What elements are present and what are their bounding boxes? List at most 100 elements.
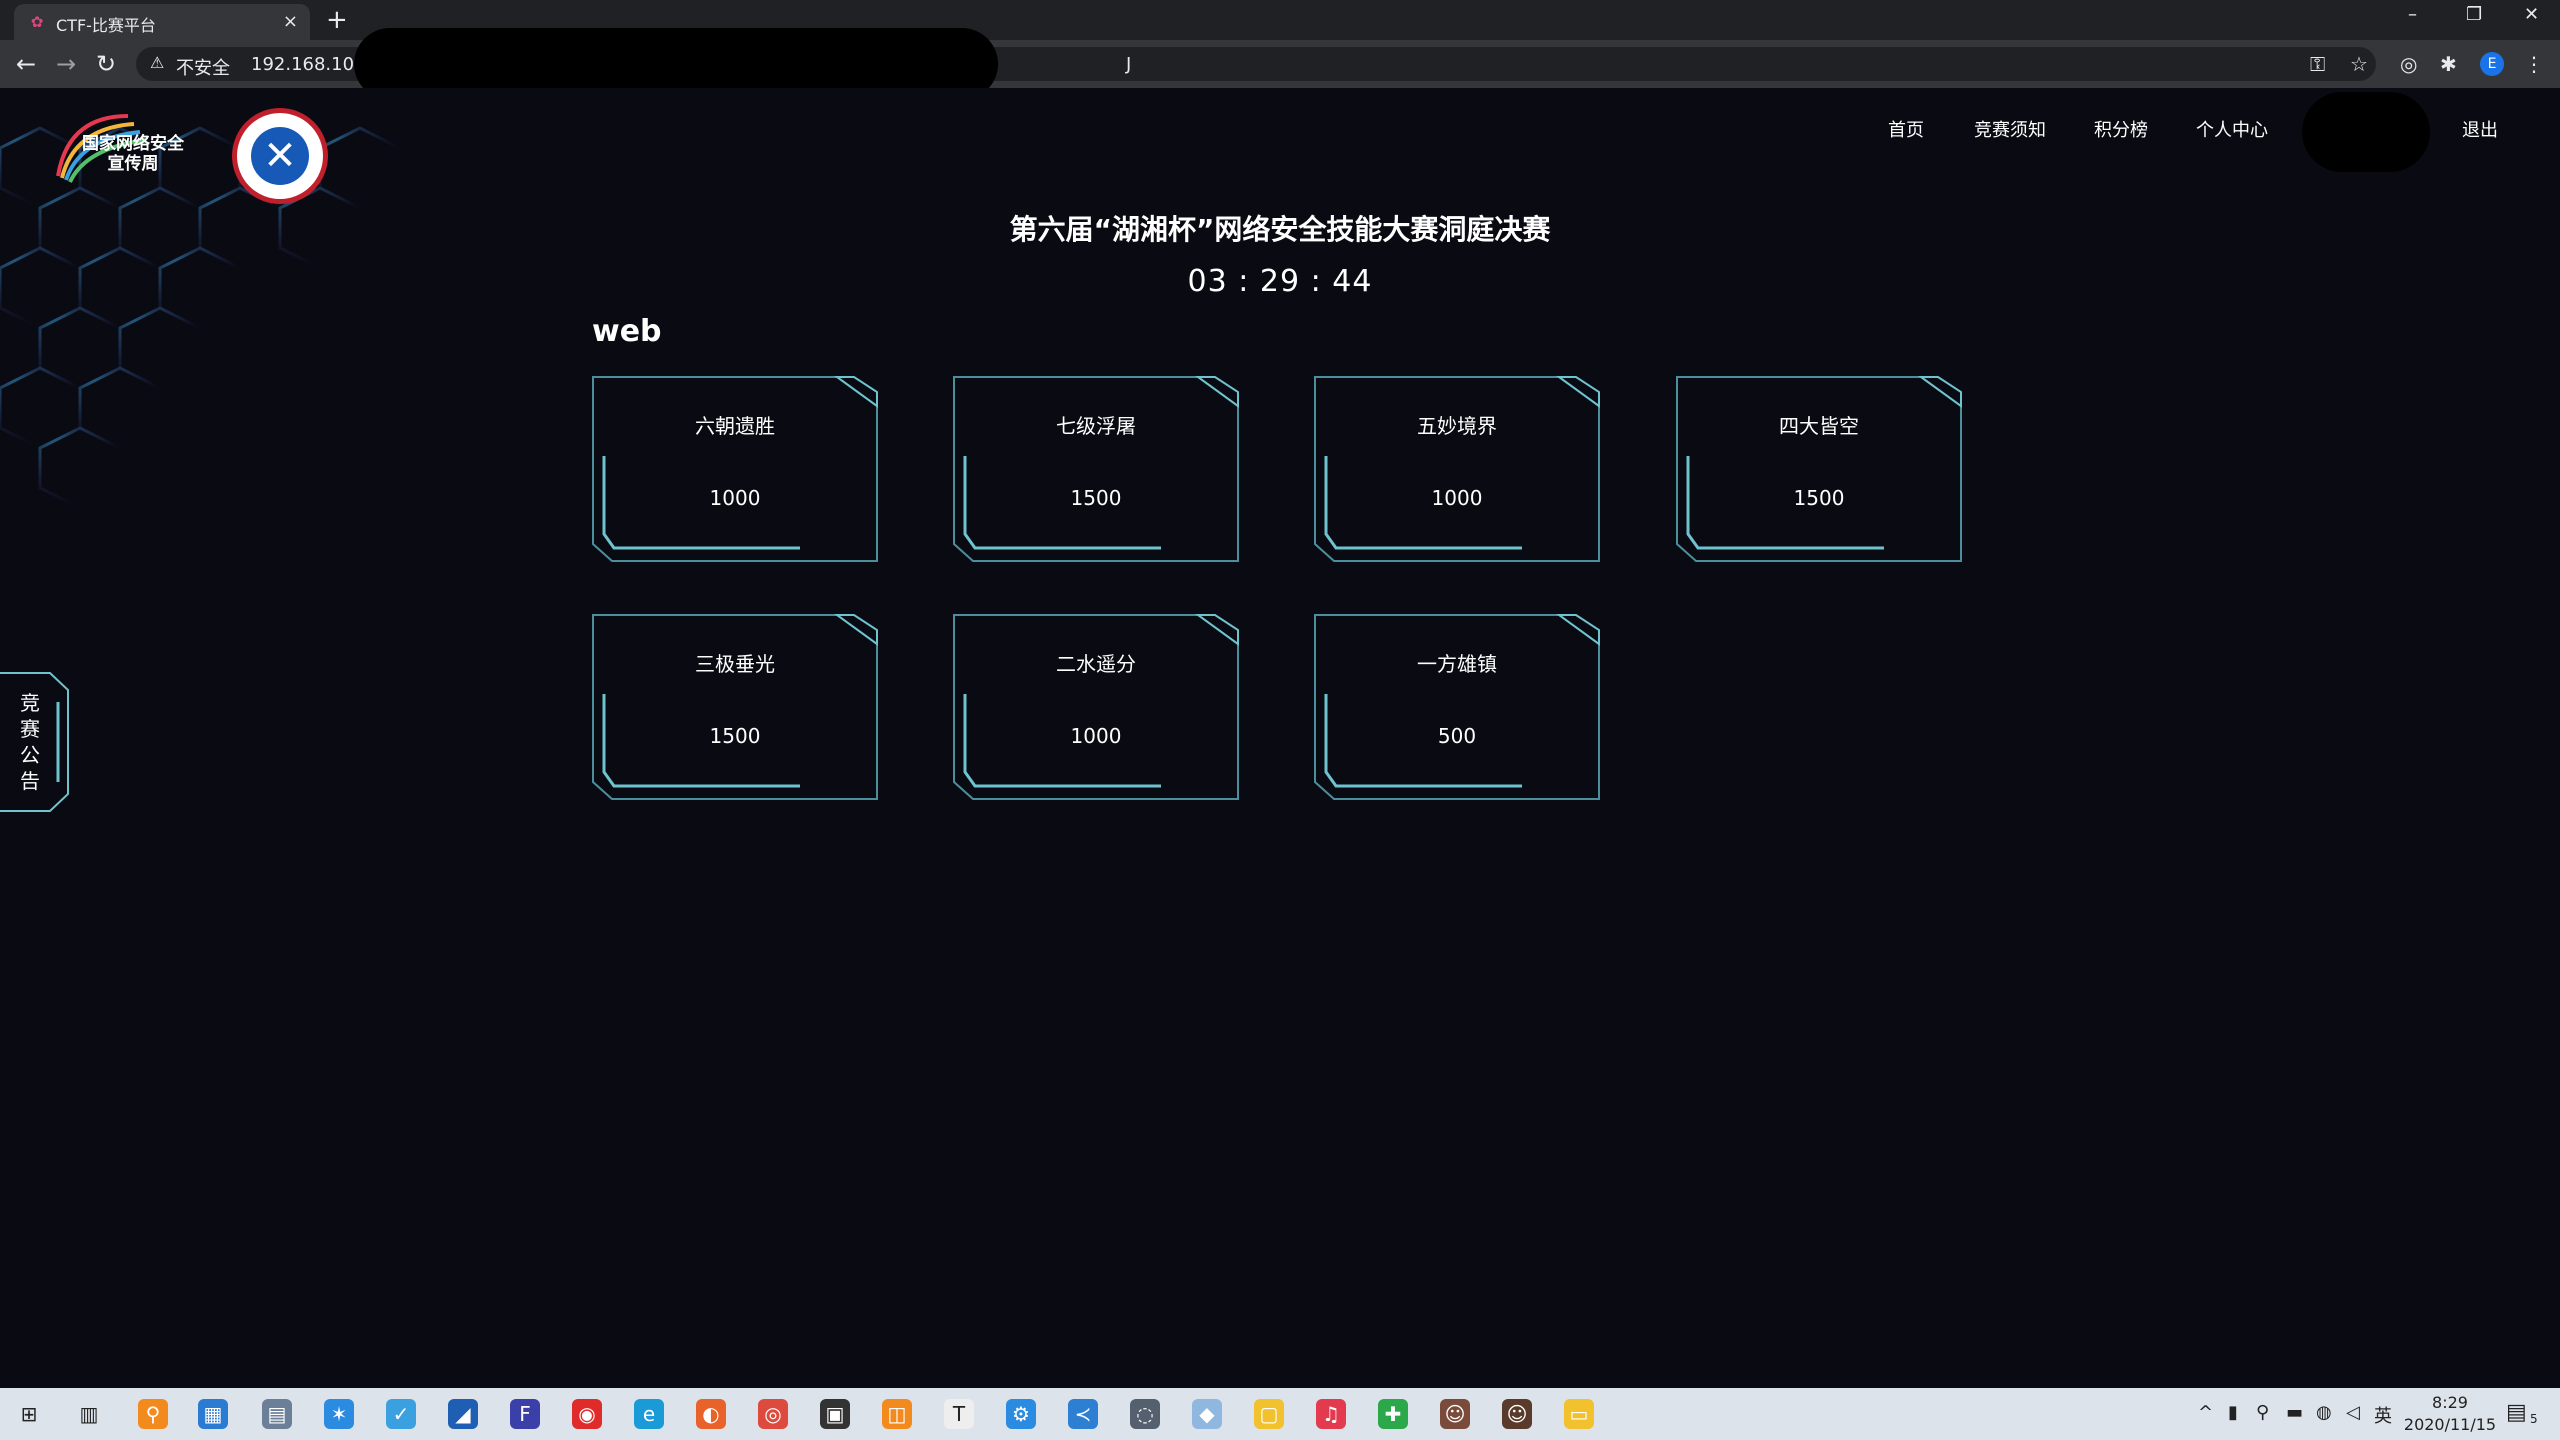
extension-icon[interactable]: ◎ — [2400, 52, 2417, 76]
extensions-puzzle-icon[interactable]: ✱ — [2440, 52, 2457, 76]
announcement-label: 竞赛公告 — [20, 691, 40, 793]
close-window-button[interactable]: ✕ — [2524, 4, 2539, 25]
file-explorer-icon[interactable]: ▭ — [1564, 1399, 1594, 1429]
back-arrow-icon[interactable]: ← — [16, 50, 36, 78]
volume-icon[interactable]: ◁ — [2346, 1402, 2360, 1423]
card-frame — [592, 614, 878, 800]
app-gears-icon[interactable]: ⚙ — [1006, 1399, 1036, 1429]
browser-menu-icon[interactable]: ⋮ — [2524, 52, 2544, 76]
card-frame — [953, 614, 1239, 800]
forward-arrow-icon[interactable]: → — [56, 50, 76, 78]
battery-icon[interactable]: ▬ — [2286, 1402, 2303, 1423]
ctf-page: 国家网络安全 宣传周 ✕ 首页 竞赛须知 积分榜 个人中心 退出 第六届“湖湘杯… — [0, 88, 2560, 1388]
challenge-name: 三极垂光 — [695, 652, 775, 676]
challenge-card[interactable]: 四大皆空 1500 — [1676, 376, 1962, 562]
clock-date: 2020/11/15 — [2403, 1415, 2497, 1434]
app-window-icon[interactable]: ◫ — [882, 1399, 912, 1429]
network-globe-icon[interactable]: ◍ — [2316, 1402, 2332, 1423]
card-frame — [1314, 614, 1600, 800]
challenge-card[interactable]: 六朝遗胜 1000 — [592, 376, 878, 562]
challenge-name: 七级浮屠 — [1056, 414, 1136, 438]
nav-scoreboard[interactable]: 积分榜 — [2094, 116, 2148, 142]
app-f-icon[interactable]: F — [510, 1399, 540, 1429]
challenge-name: 四大皆空 — [1779, 414, 1859, 438]
app-green-icon[interactable]: ✚ — [1378, 1399, 1408, 1429]
app-check-icon[interactable]: ✓ — [386, 1399, 416, 1429]
logo-text-line1: 国家网络安全 — [82, 134, 184, 154]
profile-avatar[interactable]: E — [2480, 52, 2504, 76]
windows-start-icon[interactable]: ⊞ — [14, 1399, 44, 1429]
nav-profile[interactable]: 个人中心 — [2196, 116, 2268, 142]
challenge-score: 1000 — [709, 486, 761, 510]
challenge-name: 六朝遗胜 — [695, 414, 775, 438]
redaction-mark — [2302, 92, 2430, 172]
challenge-score: 1000 — [1431, 486, 1483, 510]
clock-time: 8:29 — [2432, 1393, 2468, 1412]
card-frame — [592, 376, 878, 562]
challenge-score: 1000 — [1070, 724, 1122, 748]
app-tiles-icon[interactable]: ▦ — [198, 1399, 228, 1429]
tray-expand-icon[interactable]: ^ — [2198, 1402, 2213, 1423]
challenge-card[interactable]: 七级浮屠 1500 — [953, 376, 1239, 562]
windows-taskbar: ⊞ ▥ ⚲ ▦ ▤ ✶ ✓ ◢ F ◉ e ◐ ◎ ▣ ◫ T ⚙ ≺ ◌ ◆ … — [0, 1388, 2560, 1440]
challenge-score: 500 — [1437, 724, 1477, 748]
logo-text-line2: 宣传周 — [107, 154, 159, 174]
emblem-x-icon: ✕ — [251, 127, 309, 185]
challenge-card[interactable]: 一方雄镇 500 — [1314, 614, 1600, 800]
challenge-score: 1500 — [1070, 486, 1122, 510]
tray-app1-icon[interactable]: ▮ — [2228, 1402, 2238, 1423]
ime-indicator[interactable]: 英 — [2374, 1402, 2392, 1428]
chrome-icon[interactable]: ◎ — [758, 1399, 788, 1429]
vscode-icon[interactable]: ≺ — [1068, 1399, 1098, 1429]
page-title: 第六届“湖湘杯”网络安全技能大赛洞庭决赛 — [1009, 213, 1551, 246]
app-avatar2-icon[interactable]: ☺ — [1502, 1399, 1532, 1429]
app-star-icon[interactable]: ✶ — [324, 1399, 354, 1429]
key-icon[interactable]: ⚿ — [2310, 52, 2325, 76]
app-circle-icon[interactable]: ◌ — [1130, 1399, 1160, 1429]
reload-icon[interactable]: ↻ — [96, 50, 116, 78]
app-shark-icon[interactable]: ◢ — [448, 1399, 478, 1429]
task-view-icon[interactable]: ▥ — [74, 1399, 104, 1429]
system-clock[interactable]: 8:29 2020/11/15 — [2400, 1392, 2500, 1436]
bookmark-star-icon[interactable]: ☆ — [2350, 52, 2368, 76]
logo-text: 国家网络安全 宣传周 — [82, 134, 184, 174]
address-url-tail: J — [1126, 54, 1132, 75]
minimize-window-button[interactable]: – — [2408, 4, 2417, 25]
app-diamond-icon[interactable]: ◆ — [1192, 1399, 1222, 1429]
site-favicon-icon: ✿ — [30, 13, 44, 31]
announcement-side-tab[interactable]: 竞赛公告 — [0, 672, 70, 812]
calculator-icon[interactable]: ▤ — [262, 1399, 292, 1429]
challenge-card[interactable]: 二水遥分 1000 — [953, 614, 1239, 800]
challenge-name: 一方雄镇 — [1417, 652, 1497, 676]
tray-search-icon[interactable]: ⚲ — [2256, 1402, 2269, 1423]
contest-emblem-logo: ✕ — [232, 108, 328, 204]
music-app-icon[interactable]: ♫ — [1316, 1399, 1346, 1429]
nav-rules[interactable]: 竞赛须知 — [1974, 116, 2046, 142]
restore-window-button[interactable]: ❐ — [2466, 4, 2482, 25]
typora-icon[interactable]: T — [944, 1399, 974, 1429]
nav-logout[interactable]: 退出 — [2462, 116, 2498, 142]
firefox-icon[interactable]: ◐ — [696, 1399, 726, 1429]
card-frame — [953, 376, 1239, 562]
challenge-name: 五妙境界 — [1417, 414, 1497, 438]
search-app-icon[interactable]: ⚲ — [138, 1399, 168, 1429]
app-avatar1-icon[interactable]: ☺ — [1440, 1399, 1470, 1429]
nav-home[interactable]: 首页 — [1888, 116, 1924, 142]
warning-icon: ⚠ — [150, 53, 165, 72]
challenge-score: 1500 — [1793, 486, 1845, 510]
tab-title: CTF-比赛平台 — [56, 16, 156, 35]
insecure-label: 不安全 — [176, 58, 230, 79]
new-tab-button[interactable]: + — [326, 4, 348, 36]
app-dark-icon[interactable]: ▣ — [820, 1399, 850, 1429]
challenge-card[interactable]: 五妙境界 1000 — [1314, 376, 1600, 562]
countdown-timer: 03 : 29 : 44 — [1187, 264, 1373, 299]
netease-music-icon[interactable]: ◉ — [572, 1399, 602, 1429]
app-note-icon[interactable]: ▢ — [1254, 1399, 1284, 1429]
challenge-name: 二水遥分 — [1056, 652, 1136, 676]
challenge-card[interactable]: 三极垂光 1500 — [592, 614, 878, 800]
notification-center-icon[interactable]: ▤ — [2506, 1400, 2527, 1425]
browser-tab[interactable]: ✿ CTF-比赛平台 × — [14, 4, 310, 40]
close-tab-icon[interactable]: × — [283, 11, 298, 32]
challenge-score: 1500 — [709, 724, 761, 748]
edge-browser-icon[interactable]: e — [634, 1399, 664, 1429]
